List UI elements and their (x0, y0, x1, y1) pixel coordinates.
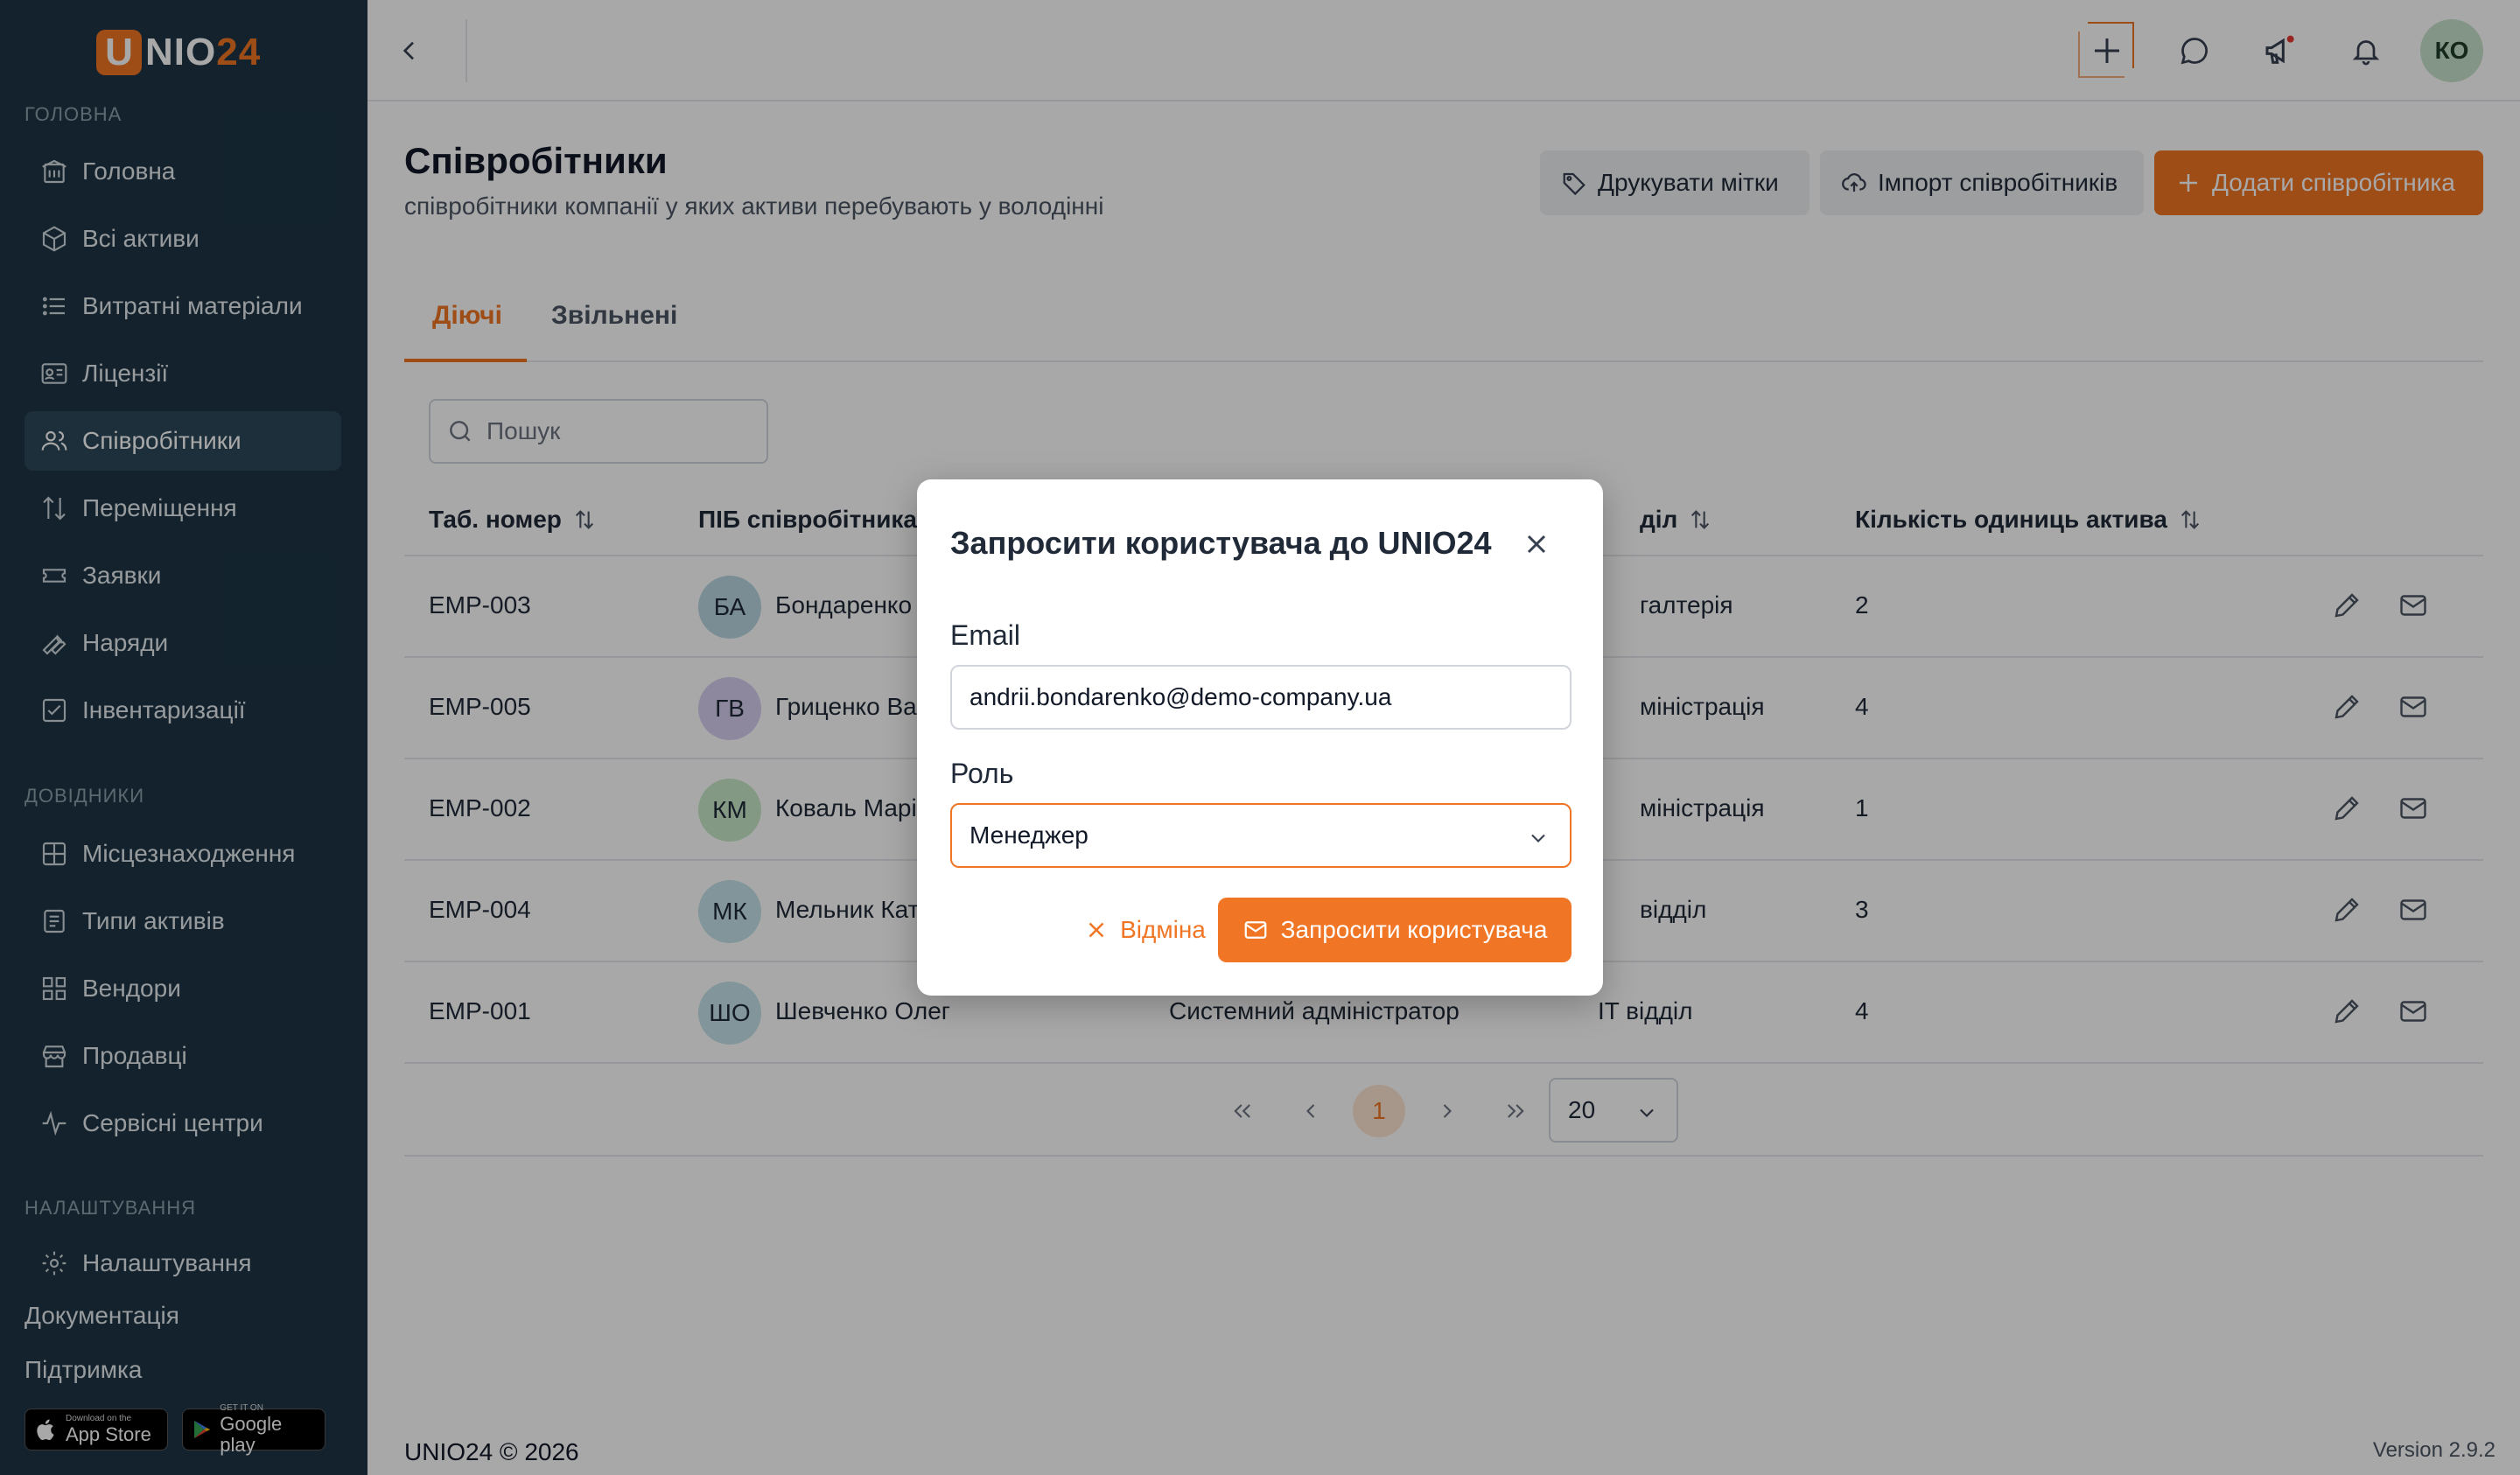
email-label: Email (950, 619, 1021, 651)
email-input[interactable] (970, 683, 1547, 711)
role-select[interactable]: Менеджер (950, 803, 1572, 868)
mail-icon (1244, 921, 1266, 939)
modal-close-button[interactable] (1521, 528, 1552, 560)
close-icon (1527, 535, 1546, 554)
email-field[interactable] (950, 665, 1572, 730)
role-label: Роль (950, 758, 1014, 789)
role-select-value: Менеджер (970, 821, 1088, 849)
close-icon (1088, 922, 1104, 938)
cancel-button[interactable]: Відміна (1057, 898, 1232, 962)
invite-user-modal: Запросити користувача до UNIO24 Email Ро… (917, 479, 1603, 996)
cancel-label: Відміна (1120, 916, 1206, 943)
invite-user-label: Запросити користувача (1280, 916, 1548, 943)
chevron-down-icon (1531, 834, 1545, 842)
modal-title: Запросити користувача до UNIO24 (950, 525, 1492, 561)
modal-backdrop[interactable]: Запросити користувача до UNIO24 Email Ро… (0, 0, 2520, 1475)
invite-user-button[interactable]: Запросити користувача (1218, 898, 1572, 962)
